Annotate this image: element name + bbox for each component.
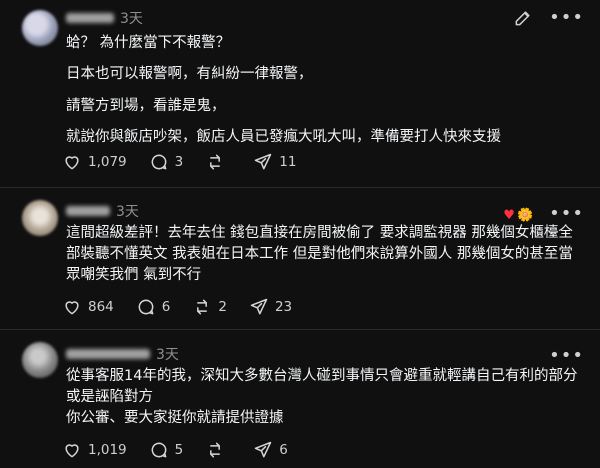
post-header-actions: ••• bbox=[499, 8, 584, 28]
repost-count: 2 bbox=[218, 299, 227, 315]
comment-paragraph: 請警方到場，看誰是鬼， bbox=[66, 97, 226, 114]
username[interactable]: 3天 bbox=[66, 203, 139, 220]
avatar[interactable] bbox=[22, 200, 58, 236]
comment-body: 從事客服14年的我，深知大多數台灣人碰到事情只會避重就輕講自己有利的部分或是誣陷… bbox=[66, 366, 584, 429]
comment-feed: 3天 ••• 蛤？ 為什麼當下不報警？ 日本也可以報警啊，有糾紛一律報警， 請警… bbox=[0, 0, 600, 468]
repost-icon bbox=[197, 299, 208, 315]
username[interactable]: 3天 bbox=[66, 10, 143, 27]
repost-icon bbox=[210, 154, 221, 170]
send-icon bbox=[255, 153, 272, 170]
share-count: 6 bbox=[279, 442, 288, 458]
comment-icon bbox=[151, 442, 167, 458]
heart-flower-reaction-icon: ♥ 🌼 bbox=[503, 208, 534, 223]
action-bar: 1,019 5 6 bbox=[62, 440, 310, 460]
timestamp: 3天 bbox=[156, 347, 179, 363]
like-count: 1,019 bbox=[88, 442, 127, 458]
timestamp: 3天 bbox=[116, 204, 139, 220]
send-icon bbox=[255, 441, 272, 458]
comment-post: 3天 ♥ 🌼 ••• 這間超級差評！去年去住 錢包直接在房間被偷了 要求調監視器 … bbox=[0, 188, 600, 328]
comment-paragraph: 這間超級差評！去年去住 錢包直接在房間被偷了 要求調監視器 那幾個女櫃檯全部裝聽… bbox=[66, 225, 573, 283]
post-header-actions: ♥ 🌼 ••• bbox=[503, 204, 584, 223]
username-redacted bbox=[66, 349, 150, 359]
comment-paragraph: 從事客服14年的我，深知大多數台灣人碰到事情只會避重就輕講自己有利的部分或是誣陷… bbox=[66, 368, 578, 405]
comment-icon bbox=[151, 154, 167, 170]
action-bar: 864 6 2 23 bbox=[62, 297, 314, 317]
username-redacted bbox=[66, 206, 110, 216]
comment-count: 3 bbox=[174, 154, 184, 170]
comment-button[interactable]: 6 bbox=[136, 297, 171, 317]
heart-icon bbox=[65, 301, 79, 315]
like-button[interactable]: 1,079 bbox=[62, 152, 127, 172]
timestamp: 3天 bbox=[120, 11, 143, 27]
heart-icon bbox=[65, 444, 79, 458]
repost-icon bbox=[210, 442, 221, 458]
avatar[interactable] bbox=[22, 342, 58, 378]
repost-button[interactable] bbox=[205, 440, 231, 460]
comment-paragraph: 就說你與飯店吵架，飯店人員已發瘋大吼大叫，準備要打人快來支援 bbox=[66, 129, 501, 146]
avatar[interactable] bbox=[22, 10, 58, 46]
comment-paragraph: 蛤？ 為什麼當下不報警？ bbox=[66, 35, 231, 51]
send-icon bbox=[250, 298, 268, 315]
heart-icon bbox=[65, 156, 79, 170]
share-button[interactable]: 11 bbox=[253, 152, 296, 172]
comment-paragraph: 日本也可以報警啊，有糾紛一律報警， bbox=[66, 66, 313, 83]
post-header-actions: ••• bbox=[533, 347, 584, 365]
like-count: 1,079 bbox=[88, 154, 127, 170]
repost-button[interactable] bbox=[205, 152, 231, 172]
share-button[interactable]: 6 bbox=[253, 440, 288, 460]
comment-icon bbox=[138, 299, 154, 315]
comment-post: 3天 ••• 蛤？ 為什麼當下不報警？ 日本也可以報警啊，有糾紛一律報警， 請警… bbox=[0, 0, 600, 186]
share-count: 23 bbox=[274, 299, 293, 315]
comment-count: 6 bbox=[161, 299, 171, 315]
comment-body: 蛤？ 為什麼當下不報警？ 日本也可以報警啊，有糾紛一律報警， 請警方到場，看誰是… bbox=[66, 32, 584, 158]
like-button[interactable]: 864 bbox=[62, 297, 114, 317]
more-dots-icon[interactable]: ••• bbox=[549, 9, 584, 27]
repost-button[interactable]: 2 bbox=[192, 297, 227, 317]
comment-button[interactable]: 5 bbox=[149, 440, 184, 460]
more-dots-icon[interactable]: ••• bbox=[549, 347, 584, 365]
more-dots-icon[interactable]: ••• bbox=[549, 204, 584, 223]
username-redacted bbox=[66, 13, 114, 23]
like-button[interactable]: 1,019 bbox=[62, 440, 127, 460]
pencil-icon[interactable] bbox=[513, 8, 533, 28]
share-count: 11 bbox=[279, 154, 297, 170]
comment-button[interactable]: 3 bbox=[149, 152, 184, 172]
action-bar: 1,079 3 11 bbox=[62, 152, 318, 172]
comment-post: 3天 ••• 從事客服14年的我，深知大多數台灣人碰到事情只會避重就輕講自己有利… bbox=[0, 330, 600, 468]
like-count: 864 bbox=[88, 299, 114, 315]
comment-body: 這間超級差評！去年去住 錢包直接在房間被偷了 要求調監視器 那幾個女櫃檯全部裝聽… bbox=[66, 223, 584, 286]
share-button[interactable]: 23 bbox=[249, 297, 292, 317]
username[interactable]: 3天 bbox=[66, 346, 179, 363]
comment-paragraph: 你公審、要大家挺你就請提供證據 bbox=[66, 410, 284, 426]
comment-count: 5 bbox=[174, 442, 184, 458]
